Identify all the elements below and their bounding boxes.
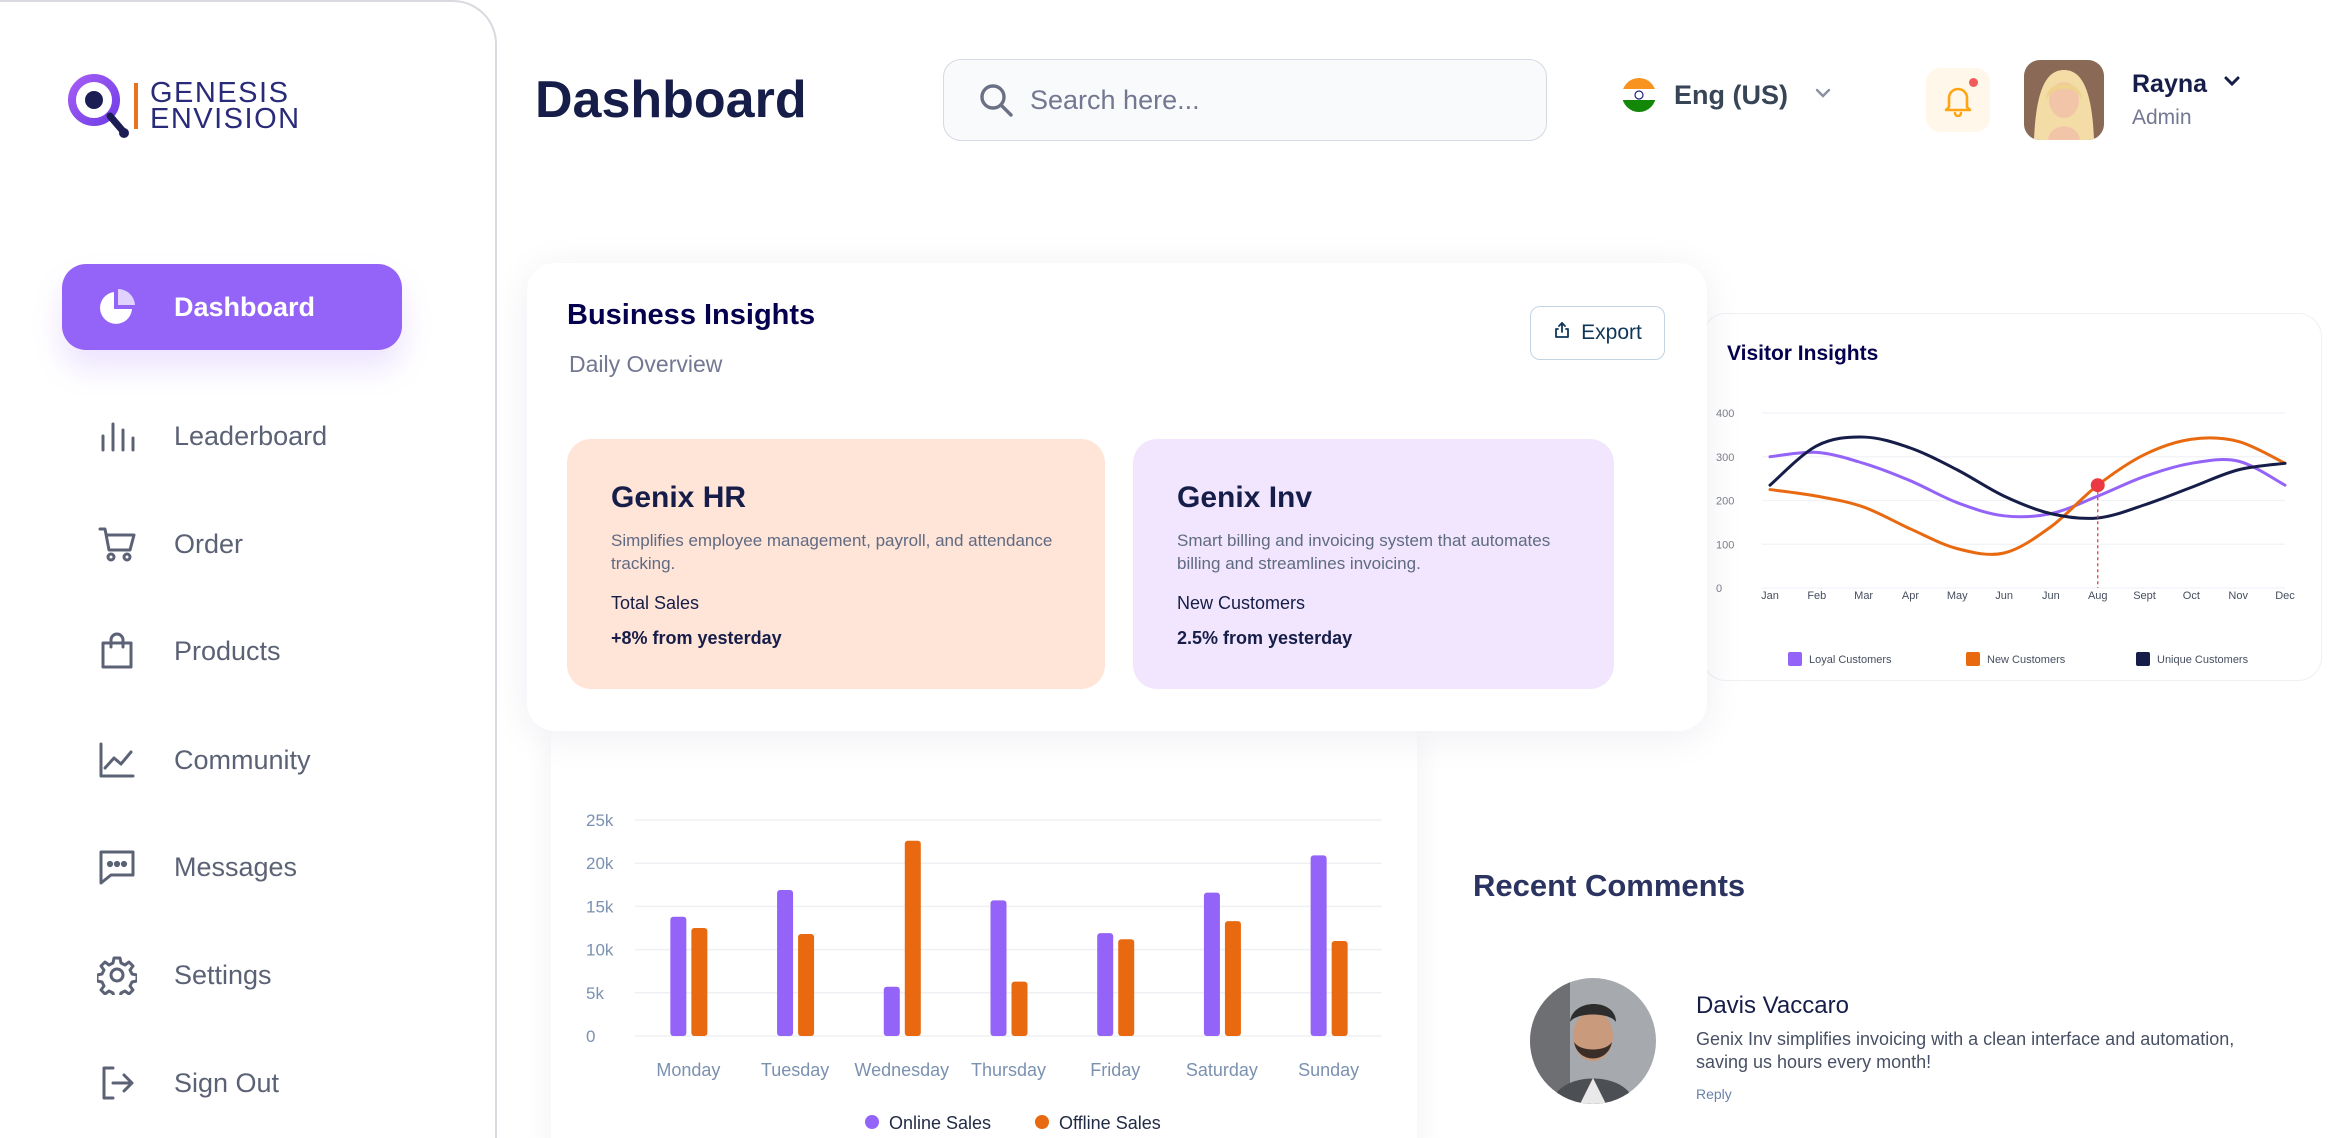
chevron-down-icon: [1814, 86, 1832, 104]
product-description: Simplifies employee management, payroll,…: [611, 531, 1053, 573]
logo-divider: [134, 83, 138, 129]
page-title: Dashboard: [535, 71, 807, 129]
sidebar-item-label: Sign Out: [174, 1067, 280, 1098]
message-icon: [94, 844, 140, 890]
user-role: Admin: [2132, 106, 2192, 129]
product-stat-label: Total Sales: [611, 593, 700, 613]
business-insights-title: Business Insights: [567, 299, 816, 331]
gear-icon: [94, 952, 140, 998]
sidebar-item-label: Messages: [174, 851, 298, 882]
search-input[interactable]: [1030, 84, 1490, 116]
reply-link[interactable]: Reply: [1696, 1086, 1732, 1102]
export-icon: [1553, 321, 1571, 345]
sidebar-item-dashboard[interactable]: Dashboard: [62, 264, 402, 350]
commenter-name: Davis Vaccaro: [1696, 992, 1849, 1019]
business-insights-subtitle: Daily Overview: [569, 351, 723, 377]
pie-chart-icon: [94, 284, 140, 330]
bar-chart-icon: [94, 413, 140, 459]
sidebar-item-label: Order: [174, 528, 244, 559]
commenter-avatar: [1530, 978, 1656, 1104]
sidebar-item-label: Community: [174, 744, 311, 775]
sidebar-item-label: Products: [174, 635, 281, 666]
brand-name: GENESIS ENVISION: [150, 79, 301, 135]
product-description: Smart billing and invoicing system that …: [1177, 531, 1551, 573]
sidebar-item-settings[interactable]: Settings: [62, 932, 402, 1018]
line-chart-icon: [94, 737, 140, 783]
user-name: Rayna: [2132, 70, 2208, 98]
product-card-genix-inv[interactable]: Genix Inv Smart billing and invoicing sy…: [1133, 439, 1614, 689]
sidebar-item-label: Dashboard: [174, 291, 316, 322]
product-stat-value: 2.5% from yesterday: [1177, 628, 1353, 648]
comment-text: Genix Inv simplifies invoicing with a cl…: [1696, 1029, 2235, 1072]
sales-chart-card: [551, 731, 1417, 1138]
search-box[interactable]: [943, 59, 1547, 141]
sidebar-item-messages[interactable]: Messages: [62, 824, 402, 910]
sidebar-item-label: Leaderboard: [174, 420, 328, 451]
cart-icon: [94, 521, 140, 567]
notification-button[interactable]: [1926, 68, 1990, 132]
sidebar: GENESIS ENVISION Dashboard Leaderboard O…: [0, 0, 497, 1138]
visitor-insights-card: Visitor Insights: [1702, 313, 2322, 681]
language-label: Eng (US): [1674, 79, 1788, 110]
brand-line2: ENVISION: [150, 103, 301, 135]
india-flag-icon: [1622, 78, 1656, 112]
sidebar-item-sign-out[interactable]: Sign Out: [62, 1040, 402, 1126]
sidebar-item-products[interactable]: Products: [62, 608, 402, 694]
visitor-insights-title: Visitor Insights: [1727, 342, 1879, 365]
product-stat-value: +8% from yesterday: [611, 628, 782, 648]
product-stat-label: New Customers: [1177, 593, 1306, 613]
sign-out-icon: [94, 1060, 140, 1106]
export-button[interactable]: Export: [1530, 306, 1665, 360]
chevron-down-icon[interactable]: [2222, 74, 2242, 93]
notification-dot: [1969, 78, 1978, 87]
sidebar-item-leaderboard[interactable]: Leaderboard: [62, 393, 402, 479]
shopping-bag-icon: [94, 628, 140, 674]
language-selector[interactable]: Eng (US): [1622, 78, 1832, 112]
magnifier-eye-icon: [66, 72, 130, 140]
export-label: Export: [1581, 321, 1642, 344]
bell-icon: [1944, 87, 1972, 117]
product-name: Genix HR: [611, 481, 747, 514]
product-name: Genix Inv: [1177, 481, 1313, 514]
product-card-genix-hr[interactable]: Genix HR Simplifies employee management,…: [567, 439, 1105, 689]
business-insights-card: Business Insights Daily Overview Export …: [527, 263, 1707, 731]
sidebar-item-community[interactable]: Community: [62, 717, 402, 803]
brand-logo[interactable]: GENESIS ENVISION: [66, 72, 301, 140]
search-icon: [978, 82, 1014, 118]
sidebar-item-order[interactable]: Order: [62, 501, 402, 587]
user-avatar[interactable]: [2024, 60, 2104, 140]
sidebar-item-label: Settings: [174, 959, 272, 990]
recent-comments-title: Recent Comments: [1473, 868, 1746, 903]
